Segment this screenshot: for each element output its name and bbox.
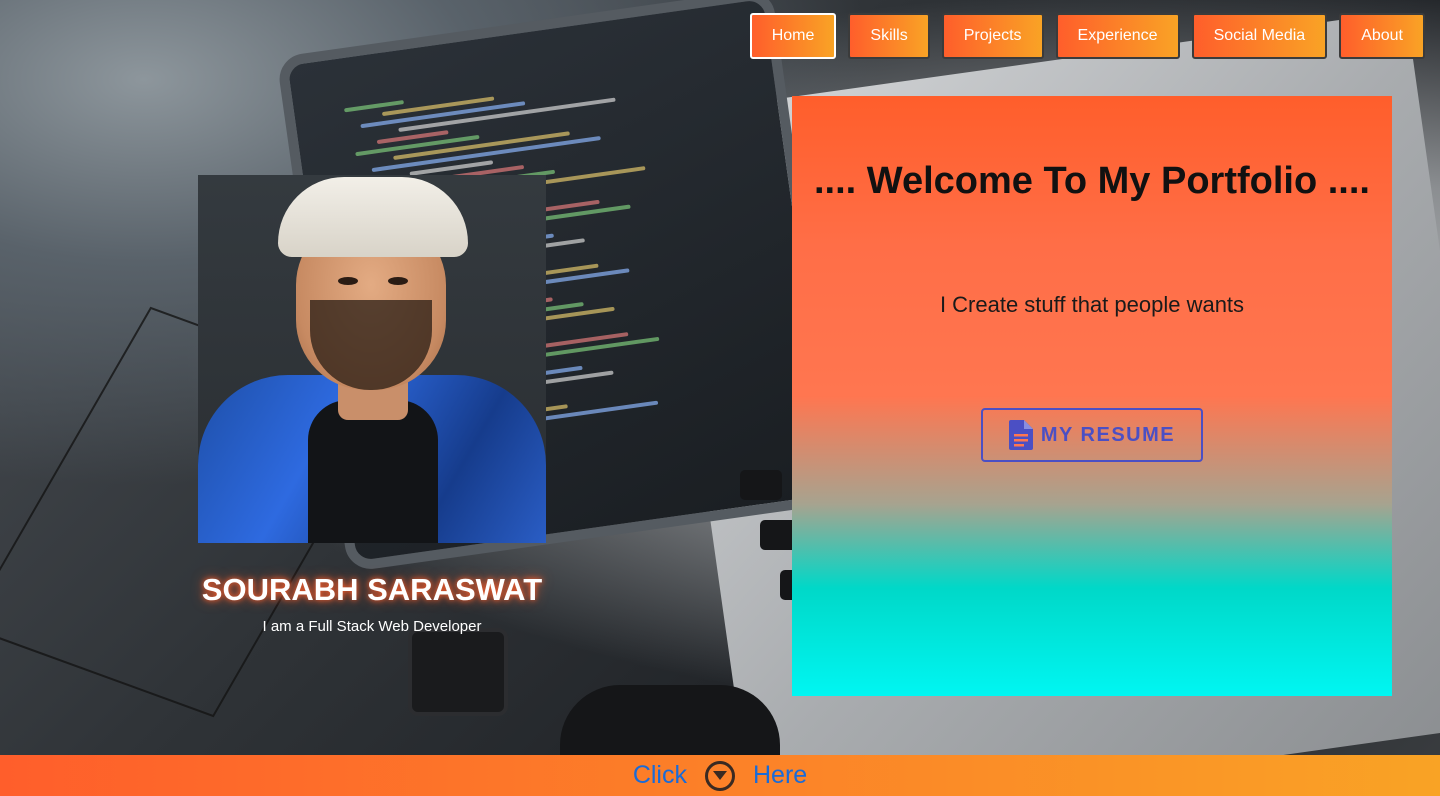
chevron-down-circle-icon[interactable] xyxy=(704,760,735,791)
nav-home[interactable]: Home xyxy=(749,13,837,59)
resume-button[interactable]: MY RESUME xyxy=(981,408,1203,462)
nav-experience[interactable]: Experience xyxy=(1055,13,1180,59)
resume-label: MY RESUME xyxy=(1040,423,1176,446)
document-icon xyxy=(1008,420,1033,450)
watch xyxy=(408,628,508,716)
nav-projects[interactable]: Projects xyxy=(941,13,1044,59)
scroll-down-bar[interactable]: Click Here xyxy=(0,755,1440,796)
welcome-subtitle: I Create stuff that people wants xyxy=(939,292,1245,317)
click-label: Click xyxy=(632,761,687,789)
profile-name: SOURABH SARASWAT xyxy=(201,572,543,607)
welcome-card: .... Welcome To My Portfolio .... I Crea… xyxy=(792,96,1392,696)
nav-about[interactable]: About xyxy=(1339,13,1425,59)
nav-skills[interactable]: Skills xyxy=(848,13,930,59)
welcome-title: .... Welcome To My Portfolio .... xyxy=(814,160,1370,202)
profile-photo xyxy=(198,175,546,543)
top-nav: Home Skills Projects Experience Social M… xyxy=(749,13,1425,59)
here-label: Here xyxy=(752,761,808,789)
nav-social-media[interactable]: Social Media xyxy=(1191,13,1328,59)
profile-tagline: I am a Full Stack Web Developer xyxy=(262,618,482,635)
